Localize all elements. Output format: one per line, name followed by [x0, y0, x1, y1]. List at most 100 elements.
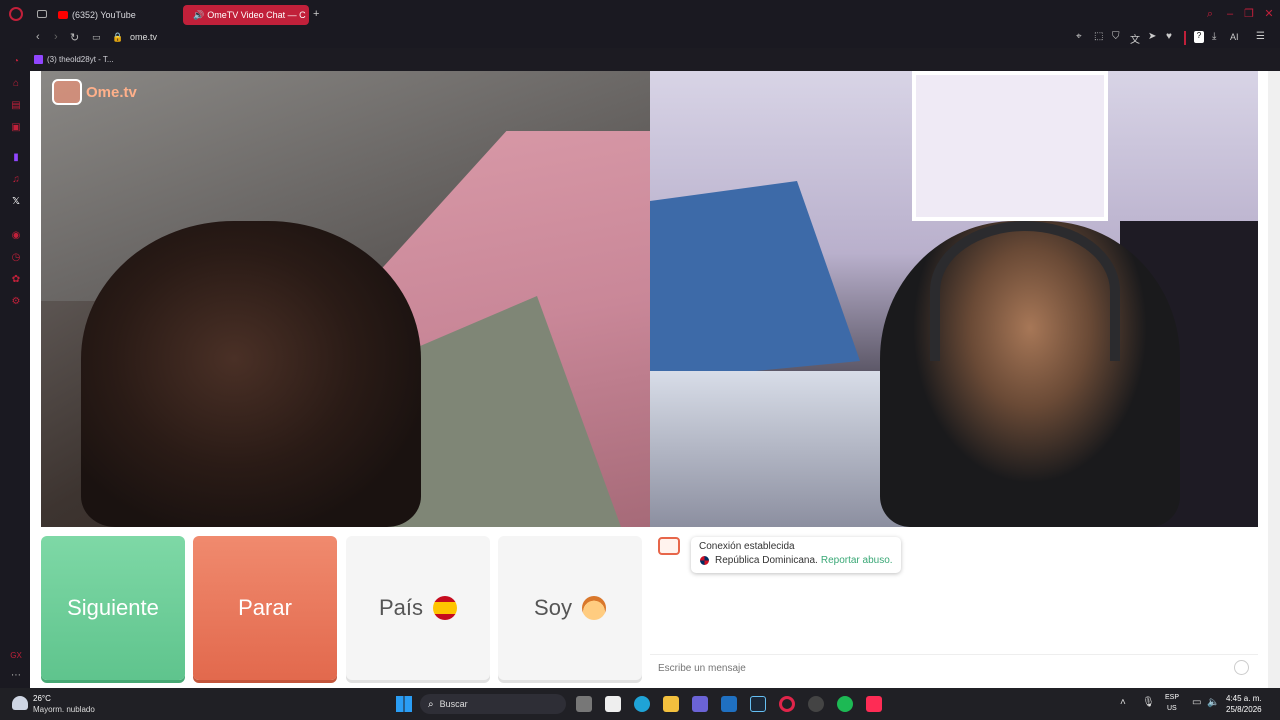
taskbar-search[interactable]: ⌕ Buscar — [420, 694, 566, 714]
close-icon[interactable]: ✕ — [1263, 8, 1275, 20]
lock-icon: 🔒 — [112, 32, 124, 42]
ometv-logo: Ome.tv — [52, 79, 137, 105]
gender-label: Soy — [534, 595, 572, 620]
bookmark-bar: (3) theold28yt - T... — [30, 50, 114, 68]
clock-time[interactable]: 4:45 a. m. — [1226, 694, 1262, 703]
extensions-icon[interactable]: ✿ — [10, 274, 22, 286]
gender-button[interactable]: Soy — [498, 536, 642, 680]
divider — [1184, 31, 1186, 45]
tab-ometv[interactable]: 🔊 OmeTV Video Chat — C — [183, 5, 309, 25]
x-icon[interactable]: 𝕏 — [10, 196, 22, 208]
tray-chevron-icon[interactable]: ˄ — [1120, 697, 1126, 708]
weather-temp: 26°C — [33, 694, 51, 703]
chrome-icon[interactable] — [808, 696, 824, 712]
browser-sidebar: ◔ ⌂ ▤ ▣ ▮ ♫ 𝕏 ◉ ◷ ✿ ⚙ GX ⋯ — [0, 48, 30, 688]
back-icon[interactable]: ‹ — [36, 31, 40, 43]
country-button[interactable]: País — [346, 536, 490, 680]
maximize-icon[interactable]: ❐ — [1243, 8, 1255, 20]
country-name: República Dominicana. — [715, 555, 818, 566]
aria-ai-label: AI — [1230, 32, 1239, 42]
tab-label: (6352) YouTube — [72, 10, 136, 20]
aria-ai-button[interactable]: AI — [1230, 32, 1239, 42]
mail-app-icon[interactable] — [721, 696, 737, 712]
extension-icon[interactable]: ? — [1194, 31, 1204, 43]
address-bar: ‹ › ↻ ▭ 🔒 ome.tv ⌖ ⬚ ⛉ 文 ➤ ♥ ? ⤓ AI ☰ — [0, 29, 1280, 48]
opera-gx-icon[interactable] — [779, 696, 795, 712]
task-view-icon[interactable] — [576, 696, 592, 712]
minimize-icon[interactable]: – — [1224, 8, 1236, 20]
remote-video: Ome.tv — [41, 71, 650, 527]
bookmark-link[interactable]: (3) theold28yt - T... — [47, 55, 114, 64]
twitch-bookmark-icon — [34, 54, 43, 64]
spotify-icon[interactable] — [837, 696, 853, 712]
send-icon[interactable]: ➤ — [1148, 31, 1156, 42]
microphone-icon[interactable]: 🎙 — [1142, 697, 1155, 708]
tv-logo-icon — [52, 79, 82, 105]
messenger-icon[interactable]: ▤ — [10, 100, 22, 112]
shelf-shape — [912, 71, 1108, 221]
edge-icon[interactable] — [634, 696, 650, 712]
bag-icon[interactable]: ⌂ — [10, 78, 22, 90]
system-message: Conexión establecida República Dominican… — [691, 537, 901, 573]
youtube-icon — [58, 11, 68, 19]
country-label: País — [378, 595, 424, 620]
more-icon[interactable]: ⋯ — [10, 670, 22, 682]
chat-divider — [650, 654, 1258, 655]
history-icon[interactable]: ◷ — [10, 252, 22, 264]
download-icon[interactable]: ⤓ — [1212, 31, 1216, 42]
connection-status: Conexión establecida — [699, 541, 795, 552]
ometv-chat-logo-icon — [658, 537, 680, 555]
twitch-icon[interactable]: ▮ — [10, 152, 22, 164]
translate-icon[interactable]: 文 — [1130, 31, 1140, 46]
volume-icon[interactable]: 🔈 — [1207, 697, 1219, 708]
dominican-flag-icon — [699, 555, 710, 566]
url-field[interactable]: ome.tv — [130, 32, 157, 42]
lang-line2[interactable]: US — [1167, 705, 1177, 712]
file-explorer-icon[interactable] — [663, 696, 679, 712]
snapshot-icon[interactable]: ⬚ — [1094, 31, 1103, 42]
steam-icon[interactable] — [750, 696, 766, 712]
blanket-shape — [650, 181, 860, 381]
headphones-shape — [930, 221, 1120, 361]
shield-icon[interactable]: ⛉ — [1112, 31, 1120, 42]
chat-panel: Conexión establecida República Dominican… — [650, 527, 1258, 688]
settings-gear-icon[interactable]: ⚙ — [10, 296, 22, 308]
emoji-picker-icon[interactable] — [1234, 660, 1249, 675]
gx-icon[interactable]: GX — [10, 650, 22, 662]
lang-line1[interactable]: ESP — [1165, 694, 1179, 701]
weather-icon[interactable] — [12, 696, 28, 710]
report-abuse-link[interactable]: Reportar abuso. — [821, 555, 893, 566]
bed-shape — [650, 371, 910, 527]
message-input[interactable] — [658, 661, 1248, 675]
pin-icon[interactable]: ⌖ — [1076, 31, 1082, 42]
mail-icon[interactable]: ▣ — [10, 122, 22, 134]
heart-icon[interactable]: ♥ — [1166, 31, 1172, 42]
clock-date[interactable]: 25/8/2026 — [1226, 705, 1262, 714]
forward-icon[interactable]: › — [54, 31, 58, 43]
opera-logo-icon[interactable] — [9, 7, 23, 21]
store-icon[interactable] — [605, 696, 621, 712]
next-button[interactable]: Siguiente — [41, 536, 185, 680]
reload-icon[interactable]: ↻ — [70, 31, 79, 44]
network-icon[interactable]: ▭ — [1192, 697, 1201, 708]
windows-taskbar: 26°C Mayorm. nublado ⌕ Buscar ˄ 🎙 ESP US… — [0, 688, 1280, 720]
country-line: República Dominicana. Reportar abuso. — [699, 555, 893, 566]
teams-icon[interactable] — [692, 696, 708, 712]
tab-youtube[interactable]: (6352) YouTube — [52, 5, 180, 25]
stop-button[interactable]: Parar — [193, 536, 337, 680]
player-icon[interactable]: ◉ — [10, 230, 22, 242]
tab-menu-icon[interactable] — [37, 10, 47, 18]
spain-flag-icon — [433, 596, 458, 620]
menu-icon[interactable]: ☰ — [1256, 31, 1265, 42]
new-tab-button[interactable]: + — [313, 8, 319, 20]
next-label: Siguiente — [67, 595, 159, 620]
camera-icon[interactable]: ▭ — [92, 32, 101, 43]
logo-text: Ome.tv — [86, 83, 137, 101]
music-icon[interactable]: ♫ — [10, 174, 22, 186]
search-tabs-icon[interactable]: ⌕ — [1204, 8, 1216, 20]
tiktok-icon[interactable] — [866, 696, 882, 712]
boy-emoji-icon — [581, 596, 606, 620]
speed-dial-icon[interactable]: ◔ — [10, 56, 22, 68]
page-scrollbar[interactable] — [1268, 71, 1280, 688]
windows-start-icon[interactable] — [396, 696, 412, 712]
